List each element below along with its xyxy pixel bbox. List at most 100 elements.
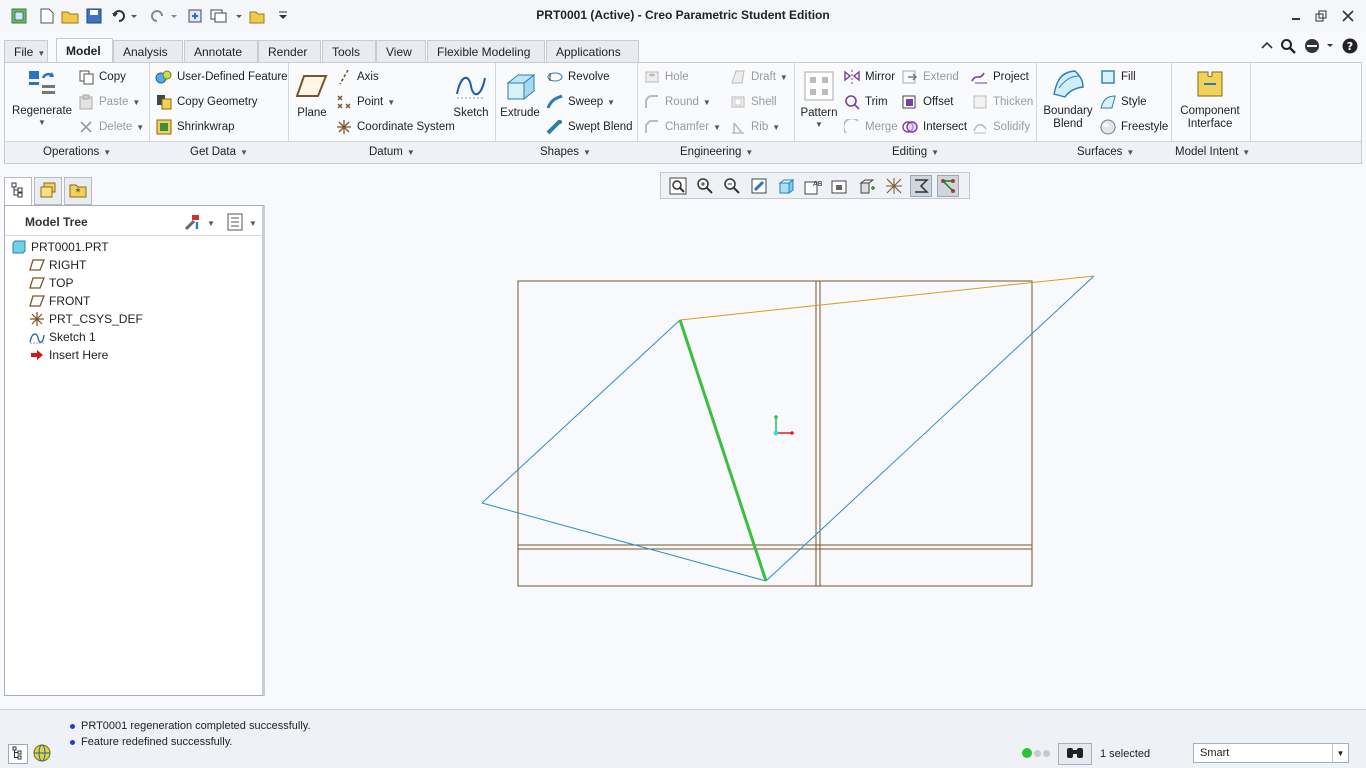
- model-tree-tab[interactable]: [4, 177, 32, 205]
- user-defined-feature-button[interactable]: User-Defined Feature: [155, 68, 288, 86]
- refit-icon[interactable]: [667, 175, 689, 197]
- tools-icon: [183, 213, 201, 234]
- tree-item-front[interactable]: FRONT: [29, 292, 90, 310]
- group-editing[interactable]: Editing ▼: [892, 146, 939, 158]
- regenerate-button[interactable]: Regenerate ▼: [11, 67, 73, 127]
- tree-item-csys[interactable]: PRT_CSYS_DEF: [29, 310, 143, 328]
- folder-browser-tab[interactable]: [34, 177, 62, 205]
- folder-browser-icon: [39, 182, 57, 201]
- mirror-button[interactable]: Mirror: [843, 68, 895, 86]
- community-icon[interactable]: [1304, 38, 1338, 54]
- browser-toggle-button[interactable]: [32, 744, 52, 764]
- datum-plane-top[interactable]: [518, 544, 1032, 550]
- fill-button[interactable]: Fill: [1099, 68, 1136, 86]
- view-manager-icon[interactable]: [829, 175, 851, 197]
- graphics-area[interactable]: [268, 200, 1366, 708]
- tree-item-top[interactable]: TOP: [29, 274, 73, 292]
- group-shapes[interactable]: Shapes ▼: [540, 146, 591, 158]
- close-icon[interactable]: [1340, 8, 1356, 24]
- perspective-icon[interactable]: [856, 175, 878, 197]
- component-interface-button[interactable]: Component Interface: [1175, 67, 1245, 131]
- intersect-button[interactable]: Intersect: [901, 118, 967, 136]
- swept-blend-button[interactable]: Swept Blend: [546, 118, 633, 136]
- group-datum[interactable]: Datum ▼: [369, 146, 415, 158]
- regenerate-large-icon: [25, 67, 59, 101]
- tree-item-part[interactable]: PRT0001.PRT: [11, 238, 109, 256]
- tab-view[interactable]: View: [376, 40, 426, 63]
- merge-button[interactable]: Merge: [843, 118, 898, 136]
- shrinkwrap-button[interactable]: Shrinkwrap: [155, 118, 235, 136]
- zoom-in-icon[interactable]: [694, 175, 716, 197]
- group-operations[interactable]: Operations ▼: [43, 146, 111, 158]
- project-button[interactable]: Project: [971, 68, 1029, 86]
- thicken-button[interactable]: Thicken: [971, 93, 1033, 111]
- chamfer-button[interactable]: Chamfer ▼: [643, 118, 721, 136]
- trim-button[interactable]: Trim: [843, 93, 888, 111]
- shell-button[interactable]: Shell: [729, 93, 777, 111]
- sketcher-display-icon[interactable]: [937, 175, 959, 197]
- datum-display-icon[interactable]: [883, 175, 905, 197]
- annotation-display-icon[interactable]: [910, 175, 932, 197]
- zoom-out-icon[interactable]: [721, 175, 743, 197]
- group-engineering[interactable]: Engineering ▼: [680, 146, 753, 158]
- plane-button[interactable]: Plane: [293, 69, 331, 119]
- copy-button[interactable]: Copy: [77, 68, 126, 86]
- model-tree-header: Model Tree ▼ ▼: [5, 206, 262, 236]
- search-icon[interactable]: [1280, 38, 1296, 54]
- extrude-button[interactable]: Extrude: [500, 69, 540, 119]
- tab-file[interactable]: File ▼: [4, 40, 48, 63]
- solidify-button[interactable]: Solidify: [971, 118, 1030, 136]
- group-get-data[interactable]: Get Data ▼: [190, 146, 248, 158]
- tab-applications[interactable]: Applications: [546, 40, 639, 63]
- tree-item-insert-here[interactable]: Insert Here: [29, 346, 108, 364]
- round-button[interactable]: Round ▼: [643, 93, 711, 111]
- revolve-button[interactable]: Revolve: [546, 68, 610, 86]
- axis-button[interactable]: Axis: [335, 68, 379, 86]
- restore-icon[interactable]: [1313, 8, 1329, 24]
- sweep-button[interactable]: Sweep ▼: [546, 93, 615, 111]
- tree-item-sketch[interactable]: Sketch 1: [29, 328, 96, 346]
- tab-analysis[interactable]: Analysis: [113, 40, 183, 63]
- tree-item-right[interactable]: RIGHT: [29, 256, 86, 274]
- tab-flexible-modeling[interactable]: Flexible Modeling: [427, 40, 545, 63]
- delete-icon: [77, 118, 95, 136]
- pattern-button[interactable]: Pattern ▼: [799, 69, 839, 129]
- freestyle-button[interactable]: Freestyle: [1099, 118, 1168, 136]
- delete-button[interactable]: Delete ▼: [77, 118, 144, 136]
- navigator-toggle-button[interactable]: [8, 744, 28, 764]
- group-surfaces[interactable]: Surfaces ▼: [1077, 146, 1134, 158]
- point-button[interactable]: Point ▼: [335, 93, 395, 111]
- minimize-icon[interactable]: [1288, 8, 1304, 24]
- tree-settings-button[interactable]: ▼: [183, 213, 215, 234]
- tab-render[interactable]: Render: [258, 40, 321, 63]
- coordinate-system-button[interactable]: Coordinate System: [335, 118, 455, 136]
- tab-model[interactable]: Model: [56, 38, 113, 63]
- hole-button[interactable]: Hole: [643, 68, 689, 86]
- style-button[interactable]: Style: [1099, 93, 1147, 111]
- extend-button[interactable]: Extend: [901, 68, 959, 86]
- draft-button[interactable]: Draft ▼: [729, 68, 788, 86]
- selection-filter-select[interactable]: Smart ▼: [1193, 743, 1349, 763]
- favorites-tab[interactable]: *: [64, 177, 92, 205]
- display-style-icon[interactable]: [775, 175, 797, 197]
- paste-button[interactable]: Paste ▼: [77, 93, 140, 111]
- offset-button[interactable]: Offset: [901, 93, 953, 111]
- show-filters-button[interactable]: ▼: [227, 213, 257, 234]
- collapse-ribbon-icon[interactable]: [1260, 38, 1276, 54]
- saved-orientations-icon[interactable]: AB: [802, 175, 824, 197]
- repaint-icon[interactable]: [748, 175, 770, 197]
- sketch-button[interactable]: Sketch: [451, 69, 491, 119]
- copy-geometry-button[interactable]: Copy Geometry: [155, 93, 258, 111]
- group-model-intent[interactable]: Model Intent ▼: [1175, 146, 1250, 158]
- find-button[interactable]: [1058, 743, 1092, 765]
- tab-tools[interactable]: Tools: [322, 40, 376, 63]
- boundary-blend-button[interactable]: Boundary Blend: [1039, 67, 1097, 131]
- sketch-1-geometry[interactable]: [481, 275, 1095, 582]
- pattern-dropdown-icon[interactable]: ▼: [799, 120, 839, 129]
- datum-plane-right[interactable]: [815, 281, 821, 586]
- tab-annotate[interactable]: Annotate: [184, 40, 258, 63]
- selected-edge[interactable]: [678, 319, 768, 582]
- help-icon[interactable]: ?: [1342, 38, 1358, 54]
- rib-button[interactable]: Rib ▼: [729, 118, 780, 136]
- regenerate-dropdown-icon[interactable]: ▼: [11, 118, 73, 127]
